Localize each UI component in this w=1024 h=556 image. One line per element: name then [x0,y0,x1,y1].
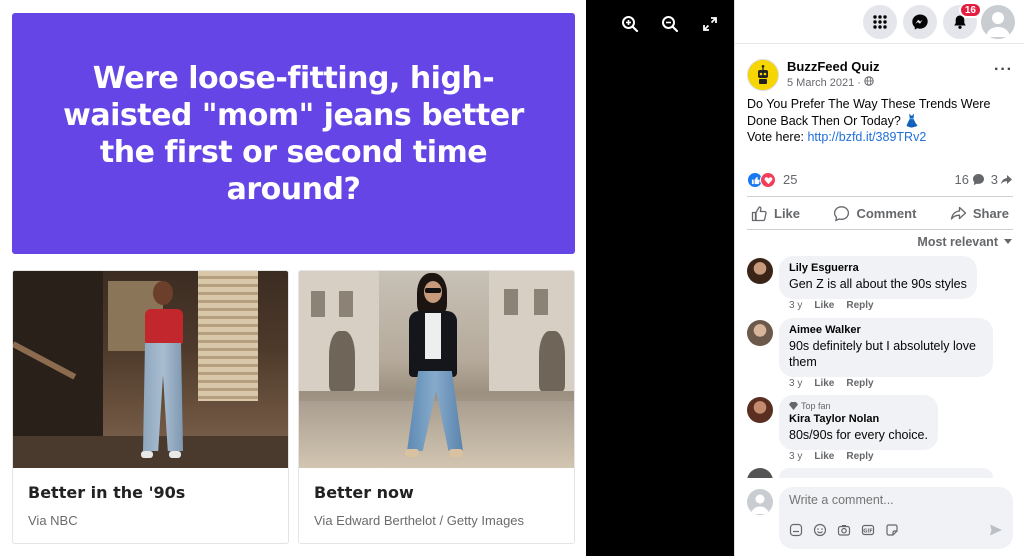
svg-text:GIF: GIF [863,528,872,534]
like-button[interactable]: Like [751,205,800,222]
quiz-banner: Were loose-fitting, high-waisted "mom" j… [12,13,575,254]
comment-meta: 3 y Like Reply [789,300,874,311]
comment-icon [834,205,850,221]
post-date[interactable]: 5 March 2021 [787,77,854,89]
post-meta: 5 March 2021 · [787,76,874,89]
comment-like-button[interactable]: Like [814,300,834,311]
reaction-bar: 25 16 3 [747,171,1013,189]
sticker-icon[interactable] [789,523,803,537]
post-text: Do You Prefer The Way These Trends Were … [747,96,1007,146]
option-photo-90s [13,271,288,468]
profile-avatar[interactable] [981,5,1015,39]
commenter-avatar[interactable] [747,468,773,478]
share-icon [950,206,966,220]
page-avatar[interactable] [747,59,779,91]
emoji-icon[interactable] [813,523,827,537]
page-name[interactable]: BuzzFeed Quiz [787,59,879,74]
quiz-image[interactable]: Were loose-fitting, high-waisted "mom" j… [0,0,586,556]
reaction-icons[interactable] [747,172,776,188]
comment-like-button[interactable]: Like [814,378,834,389]
composer-tools: GIF [789,523,899,537]
comment-count-icon [973,174,984,185]
comment-list: Lily Esguerra Gen Z is all about the 90s… [747,256,1013,478]
chevron-down-icon [1004,239,1012,244]
share-button[interactable]: Share [950,205,1009,222]
messenger-icon[interactable] [903,5,937,39]
love-reaction-icon [760,172,776,188]
comment-like-button[interactable]: Like [814,451,834,462]
more-options-icon[interactable]: ··· [994,61,1013,79]
share-count-icon [1001,175,1012,185]
top-fan-badge: Top fan [789,401,928,411]
comment-text: 80s/90s for every choice. [789,428,928,442]
sticker-smile-icon[interactable] [885,523,899,537]
option-photo-now [299,271,574,468]
comment-meta: 3 y Like Reply [789,378,874,389]
comment-reply-button[interactable]: Reply [846,300,873,311]
post-panel: 16 BuzzFeed Quiz 5 March 2021 · ··· Do Y… [734,0,1024,556]
comment-sort-dropdown[interactable]: Most relevant [917,235,1012,249]
viewer-controls [620,14,720,34]
commenter-avatar[interactable] [747,258,773,284]
photo-viewer: Were loose-fitting, high-waisted "mom" j… [0,0,734,556]
notification-badge: 16 [958,2,982,18]
option-credit: Via Edward Berthelot / Getty Images [314,513,525,528]
post-text-line: Do You Prefer The Way These Trends Were … [747,97,991,128]
option-label: Better in the '90s [28,483,186,502]
share-count[interactable]: 3 [991,172,1013,187]
bell-icon[interactable]: 16 [943,2,982,39]
reaction-count[interactable]: 25 [783,172,797,187]
commenter-name[interactable]: Kira Taylor Nolan [789,413,928,425]
option-credit: Via NBC [28,513,78,528]
post-header: BuzzFeed Quiz 5 March 2021 · ··· [747,57,1013,91]
gif-icon[interactable]: GIF [861,523,875,537]
quiz-question: Were loose-fitting, high-waisted "mom" j… [63,60,524,207]
commenter-name[interactable]: Lily Esguerra [789,262,967,274]
comment-box: GIF [779,487,1013,549]
comment-time[interactable]: 3 y [789,451,802,462]
comment-reply-button[interactable]: Reply [846,451,873,462]
zoom-in-icon[interactable] [620,14,640,34]
globe-icon [864,76,874,89]
quiz-option-90s: Better in the '90s Via NBC [12,270,289,544]
comment-count[interactable]: 16 [955,172,985,187]
comment-time[interactable]: 3 y [789,300,802,311]
my-avatar [747,489,773,515]
quiz-option-now: Better now Via Edward Berthelot / Getty … [298,270,575,544]
comment-text: Gen Z is all about the 90s styles [789,277,967,291]
like-icon [751,205,767,221]
commenter-avatar[interactable] [747,320,773,346]
diamond-icon [789,402,798,410]
comment-reply-button[interactable]: Reply [846,378,873,389]
zoom-out-icon[interactable] [660,14,680,34]
send-icon[interactable] [989,523,1003,537]
comment-bubble: Aimee Walker 90s definitely but I absolu… [779,318,993,377]
comment-bubble [779,468,993,478]
option-label: Better now [314,483,414,502]
post-actions: Like Comment Share [747,196,1013,230]
post-vote-line: Vote here: http://bzfd.it/389TRv2 [747,130,927,144]
comment-bubble: Top fan Kira Taylor Nolan 80s/90s for ev… [779,395,938,450]
comment-meta: 3 y Like Reply [789,451,874,462]
comment-time[interactable]: 3 y [789,378,802,389]
comment-composer: GIF [747,487,1013,549]
fullscreen-icon[interactable] [700,14,720,34]
comment-button[interactable]: Comment [833,205,916,222]
comment-text: 90s definitely but I absolutely love the… [789,339,976,369]
menu-grid-icon[interactable] [863,5,897,39]
post-link[interactable]: http://bzfd.it/389TRv2 [807,130,926,144]
comment-input[interactable] [789,493,999,507]
top-bar: 16 [735,0,1024,44]
commenter-name[interactable]: Aimee Walker [789,324,983,336]
camera-icon[interactable] [837,523,851,537]
commenter-avatar[interactable] [747,397,773,423]
comment-bubble: Lily Esguerra Gen Z is all about the 90s… [779,256,977,299]
